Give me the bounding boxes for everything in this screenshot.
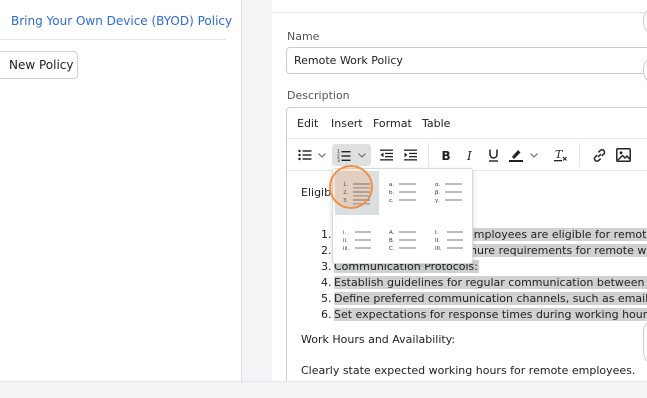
list-number: 4.: [321, 276, 332, 289]
svg-text:III.: III.: [435, 246, 442, 252]
name-input[interactable]: Remote Work Policy: [286, 47, 647, 74]
menu-table[interactable]: Table: [422, 117, 450, 130]
list-style-decimal[interactable]: 1. 2. 3.: [335, 171, 379, 215]
name-label: Name: [287, 30, 320, 43]
svg-text:γ.: γ.: [435, 198, 440, 204]
menu-insert[interactable]: Insert: [331, 117, 363, 130]
svg-text:T: T: [555, 148, 564, 161]
outdent-icon[interactable]: [379, 146, 393, 164]
highlight-icon[interactable]: [509, 146, 523, 164]
numbered-list-style-menu: 1. 2. 3. a. b. c. α. β. γ. i. ii. iii. A. B. C. I.…: [332, 168, 473, 264]
list-item: Set expectations for response times duri…: [334, 308, 647, 321]
menu-edit[interactable]: Edit: [297, 117, 318, 130]
list-style-upper-roman[interactable]: I. II. III.: [427, 219, 471, 263]
svg-text:β.: β.: [435, 190, 441, 196]
list-number: 6.: [321, 308, 332, 321]
list-number: 5.: [321, 292, 332, 305]
indent-icon[interactable]: [403, 146, 417, 164]
list-number: 3.: [321, 260, 332, 273]
list-number: 1.: [321, 228, 332, 241]
svg-text:C.: C.: [389, 246, 395, 252]
svg-text:II.: II.: [435, 238, 440, 244]
editor-menubar: Edit Insert Format Table: [287, 108, 647, 139]
editor-toolbar: 123 B I T: [287, 139, 647, 171]
list-number: 2.: [321, 244, 332, 257]
list-item: tenure requirements for remote w: [459, 244, 647, 257]
svg-text:B: B: [442, 149, 451, 161]
image-icon[interactable]: [615, 146, 631, 164]
svg-text:iii.: iii.: [343, 246, 350, 252]
svg-text:3.: 3.: [343, 198, 348, 204]
svg-text:B.: B.: [389, 238, 395, 244]
description-label: Description: [287, 89, 350, 102]
list-style-lower-roman[interactable]: i. ii. iii.: [335, 219, 379, 263]
list-item: r employees are eligible for remote: [459, 228, 647, 241]
policy-link-byod[interactable]: Bring Your Own Device (BYOD) Policy: [11, 14, 232, 28]
svg-text:I: I: [466, 149, 472, 161]
list-item: Define preferred communication channels,…: [334, 292, 647, 305]
list-item: Establish guidelines for regular communi…: [334, 276, 647, 289]
svg-text:α.: α.: [435, 182, 441, 188]
svg-text:2.: 2.: [343, 190, 348, 196]
svg-text:ii.: ii.: [343, 238, 348, 244]
chevron-down-icon[interactable]: [357, 146, 367, 164]
bullet-list-icon[interactable]: [297, 146, 313, 164]
svg-text:c.: c.: [389, 198, 394, 204]
svg-text:1.: 1.: [343, 182, 348, 188]
list-style-upper-alpha[interactable]: A. B. C.: [381, 219, 425, 263]
chevron-down-icon[interactable]: [317, 146, 327, 164]
paragraph-expected-hours: Clearly state expected working hours for…: [301, 364, 636, 377]
new-policy-button[interactable]: New Policy: [0, 51, 78, 79]
svg-text:3: 3: [337, 158, 340, 162]
svg-text:a.: a.: [389, 182, 394, 188]
clear-format-icon[interactable]: T: [553, 146, 567, 164]
content-heading: Eligibi: [301, 186, 335, 199]
menu-format[interactable]: Format: [373, 117, 412, 130]
form-top-divider: [272, 12, 647, 13]
svg-text:i.: i.: [343, 230, 347, 236]
toolbar-separator: [428, 143, 429, 167]
underline-icon[interactable]: [487, 146, 499, 164]
svg-text:A.: A.: [389, 230, 395, 236]
list-style-lower-alpha[interactable]: a. b. c.: [381, 171, 425, 215]
list-style-lower-greek[interactable]: α. β. γ.: [427, 171, 471, 215]
italic-icon[interactable]: I: [465, 146, 475, 164]
chevron-down-icon[interactable]: [529, 146, 539, 164]
paragraph-work-hours: Work Hours and Availability:: [301, 333, 456, 346]
sidebar-divider: [0, 39, 226, 40]
link-icon[interactable]: [591, 146, 607, 164]
bottom-bar: [0, 381, 647, 398]
gutter: [242, 0, 272, 381]
svg-text:I.: I.: [435, 230, 439, 236]
numbered-list-icon[interactable]: 123: [336, 146, 352, 164]
toolbar-separator: [579, 143, 580, 167]
svg-text:b.: b.: [389, 190, 394, 196]
bold-icon[interactable]: B: [440, 146, 452, 164]
policy-sidebar: Bring Your Own Device (BYOD) Policy New …: [0, 0, 242, 381]
